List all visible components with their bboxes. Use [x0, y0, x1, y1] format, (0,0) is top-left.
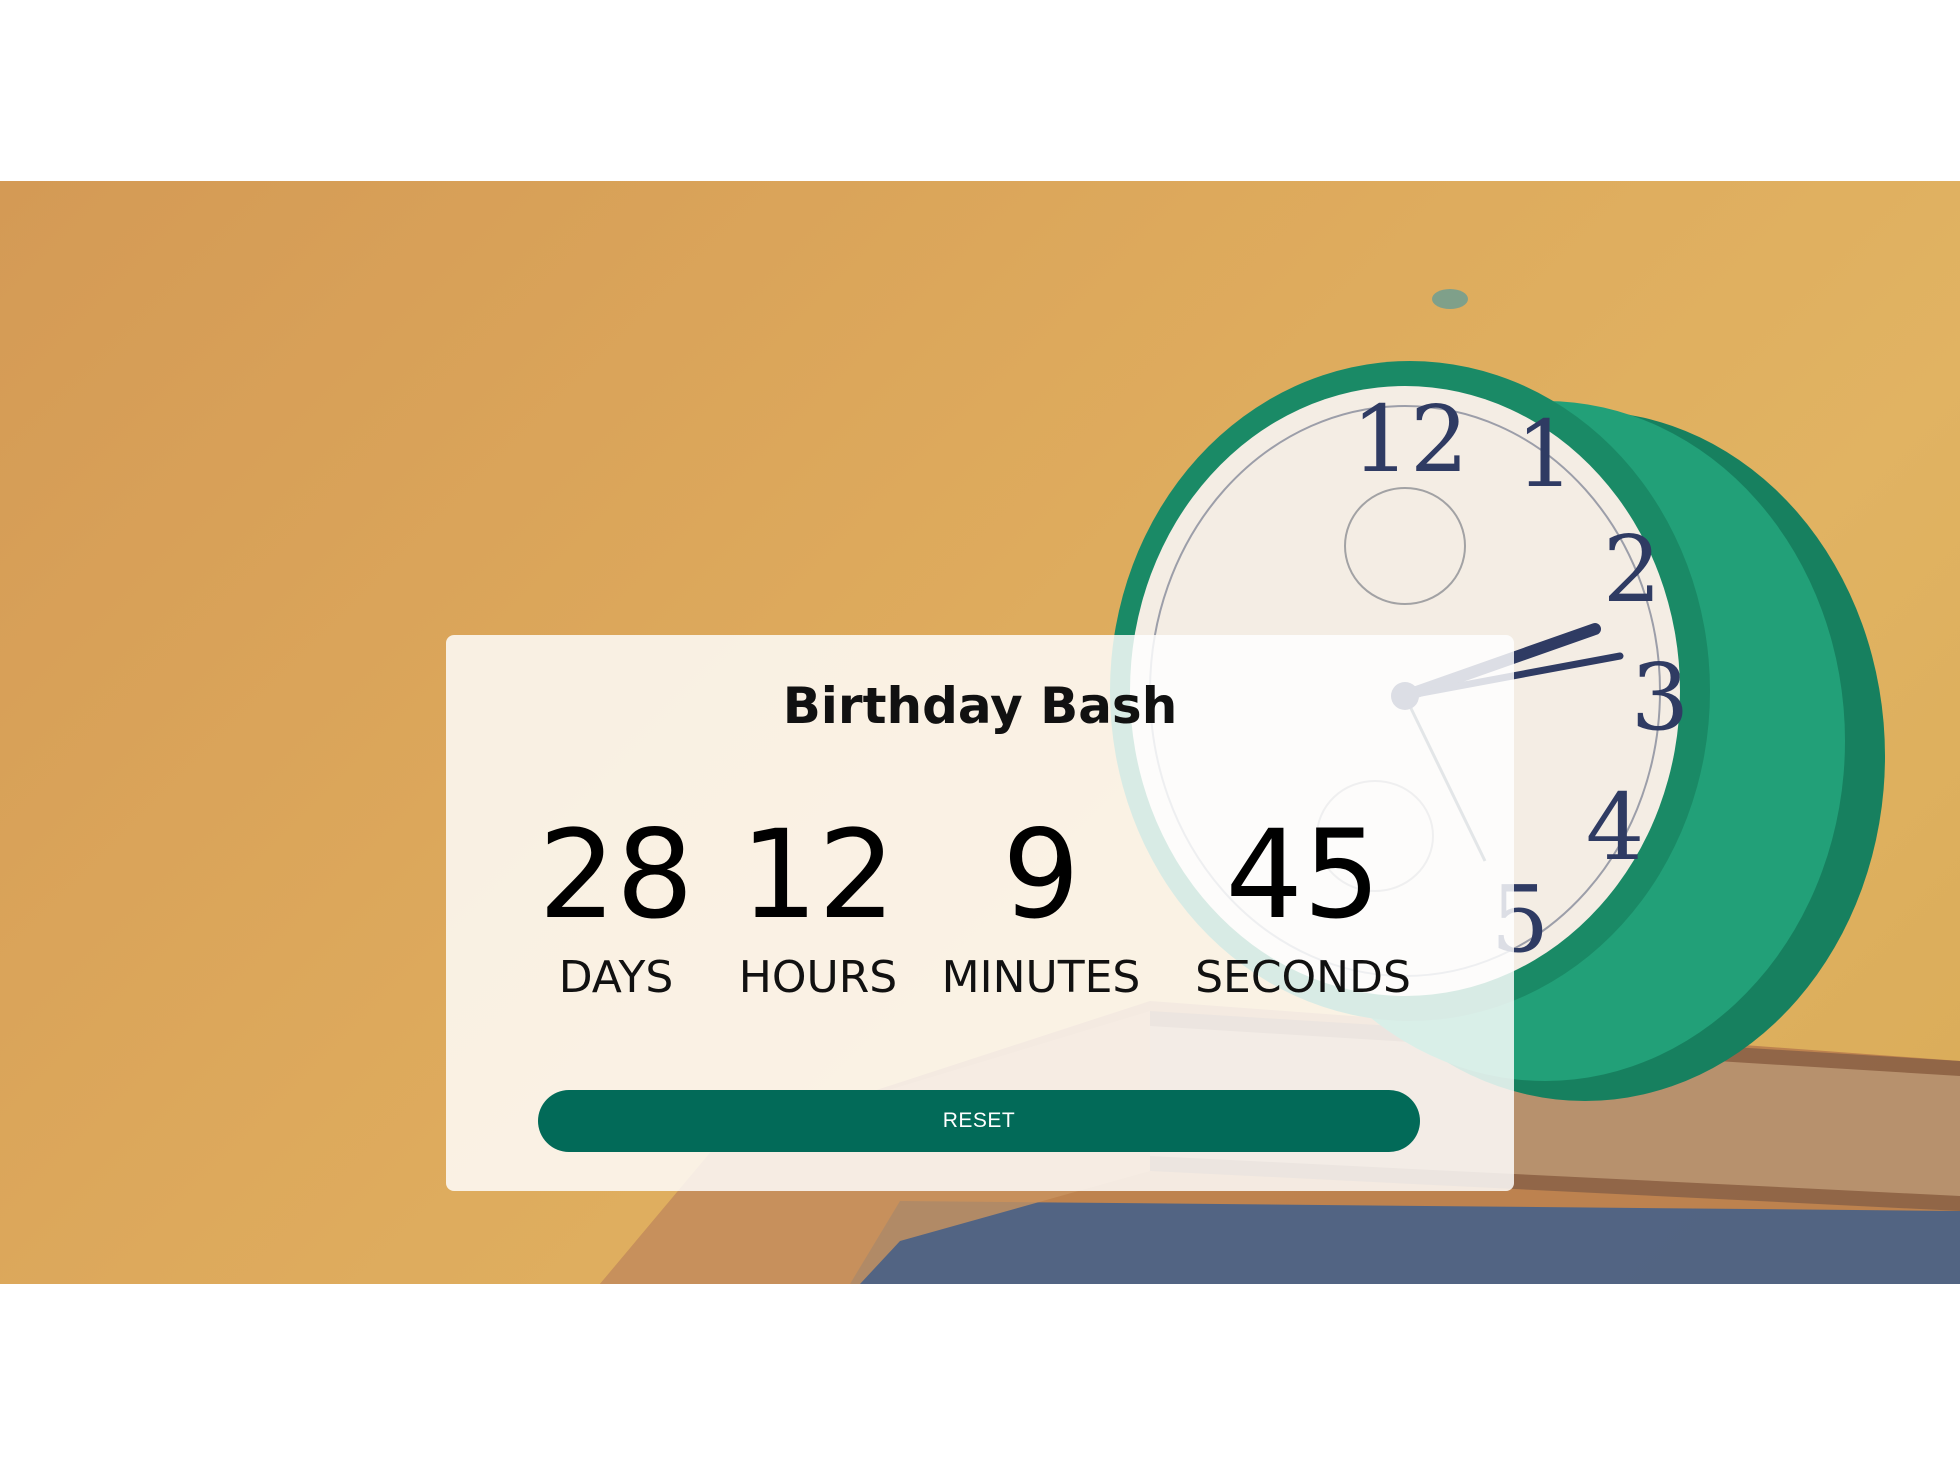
days-label: DAYS — [558, 952, 674, 1003]
hero-background: 12 1 2 3 4 5 Birthday Bash 28 DAYS 12 HO… — [0, 181, 1960, 1284]
svg-text:4: 4 — [1586, 774, 1645, 881]
reset-button[interactable]: RESET — [538, 1090, 1420, 1152]
countdown-hours: 12 HOURS — [718, 805, 918, 1006]
hours-value: 12 — [740, 804, 896, 946]
svg-text:12: 12 — [1351, 386, 1468, 493]
svg-text:1: 1 — [1516, 401, 1575, 508]
hours-label: HOURS — [738, 952, 898, 1003]
countdown-seconds: 45 SECONDS — [1178, 805, 1428, 1006]
countdown-minutes: 9 MINUTES — [936, 805, 1146, 1006]
event-title: Birthday Bash — [782, 677, 1178, 735]
countdown-days: 28 DAYS — [536, 805, 696, 1006]
minutes-value: 9 — [1002, 804, 1080, 946]
seconds-value: 45 — [1225, 804, 1381, 946]
minutes-label: MINUTES — [941, 952, 1141, 1003]
svg-text:2: 2 — [1603, 516, 1662, 623]
days-value: 28 — [538, 804, 694, 946]
svg-text:3: 3 — [1631, 644, 1690, 751]
countdown-card: Birthday Bash 28 DAYS 12 HOURS 9 MINUTES… — [446, 635, 1514, 1191]
seconds-label: SECONDS — [1195, 952, 1411, 1003]
